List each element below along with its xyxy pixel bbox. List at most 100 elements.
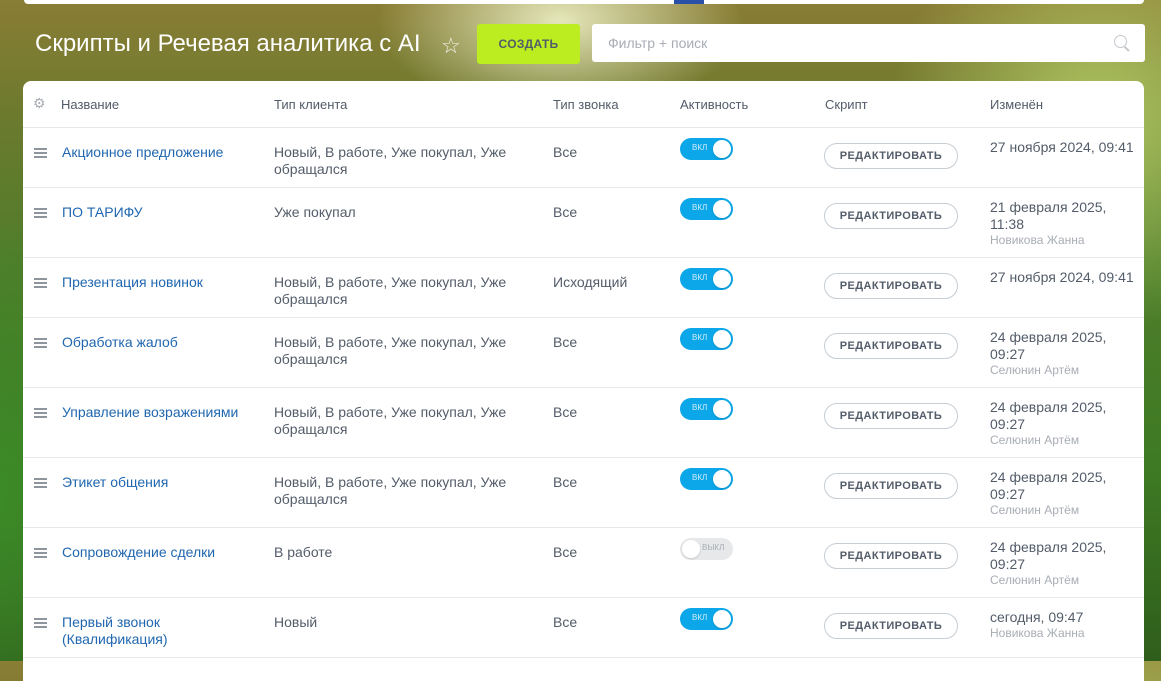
column-header-name[interactable]: Название bbox=[61, 97, 119, 112]
toggle-label: вкл bbox=[692, 333, 708, 342]
changed-cell: 24 февраля 2025, 09:27 Селюнин Артём bbox=[990, 469, 1140, 518]
toggle-label: вкл bbox=[692, 203, 708, 212]
activity-toggle[interactable]: вкл bbox=[680, 468, 733, 490]
toggle-knob bbox=[713, 610, 731, 628]
search-box bbox=[592, 24, 1145, 62]
toggle-label: вкл bbox=[692, 473, 708, 482]
call-type-cell: Все bbox=[553, 404, 578, 420]
table-row: Первый звонок (Квалификация) Новый Все вкл Р… bbox=[23, 597, 1144, 658]
search-icon[interactable] bbox=[1114, 35, 1127, 48]
changed-date: 24 февраля 2025, 09:27 bbox=[990, 399, 1107, 432]
toggle-knob bbox=[713, 400, 731, 418]
edit-script-button[interactable]: РЕДАКТИРОВАТЬ bbox=[824, 403, 958, 429]
toggle-knob bbox=[713, 470, 731, 488]
toggle-label: вкл bbox=[692, 143, 708, 152]
changed-date: 24 февраля 2025, 09:27 bbox=[990, 539, 1107, 572]
drag-handle-icon[interactable] bbox=[34, 478, 47, 488]
client-type-cell: Новый, В работе, Уже покупал, Уже обраща… bbox=[274, 274, 507, 307]
edit-script-button[interactable]: РЕДАКТИРОВАТЬ bbox=[824, 543, 958, 569]
changed-date: сегодня, 09:47 bbox=[990, 609, 1084, 625]
changed-cell: 27 ноября 2024, 09:41 bbox=[990, 269, 1140, 286]
toggle-label: вкл bbox=[692, 613, 708, 622]
changed-author: Новикова Жанна bbox=[990, 233, 1085, 247]
changed-author: Селюнин Артём bbox=[990, 503, 1080, 517]
script-name-link[interactable]: Этикет общения bbox=[62, 474, 262, 491]
edit-script-button[interactable]: РЕДАКТИРОВАТЬ bbox=[824, 203, 958, 229]
changed-date: 24 февраля 2025, 09:27 bbox=[990, 329, 1107, 362]
edit-script-button[interactable]: РЕДАКТИРОВАТЬ bbox=[824, 333, 958, 359]
drag-handle-icon[interactable] bbox=[34, 208, 47, 218]
changed-cell: 27 ноября 2024, 09:41 bbox=[990, 139, 1140, 156]
changed-author: Новикова Жанна bbox=[990, 626, 1085, 640]
table-header: ⚙ Название Тип клиента Тип звонка Активн… bbox=[23, 81, 1144, 128]
changed-cell: 21 февраля 2025, 11:38 Новикова Жанна bbox=[990, 199, 1140, 248]
create-button[interactable]: СОЗДАТЬ bbox=[477, 24, 580, 64]
client-type-cell: Новый, В работе, Уже покупал, Уже обраща… bbox=[274, 404, 507, 437]
table-row: Презентация новинок Новый, В работе, Уже … bbox=[23, 257, 1144, 318]
client-type-cell: Новый, В работе, Уже покупал, Уже обраща… bbox=[274, 334, 507, 367]
column-header-activity[interactable]: Активность bbox=[680, 97, 748, 112]
script-name-link[interactable]: Первый звонок (Квалификация) bbox=[62, 614, 262, 648]
drag-handle-icon[interactable] bbox=[34, 148, 47, 158]
toggle-knob bbox=[713, 140, 731, 158]
script-name-link[interactable]: Обработка жалоб bbox=[62, 334, 262, 351]
edit-script-button[interactable]: РЕДАКТИРОВАТЬ bbox=[824, 473, 958, 499]
column-header-call-type[interactable]: Тип звонка bbox=[553, 97, 619, 112]
changed-author: Селюнин Артём bbox=[990, 433, 1080, 447]
activity-toggle[interactable]: вкл bbox=[680, 398, 733, 420]
top-bar-indicator bbox=[674, 0, 704, 4]
call-type-cell: Все bbox=[553, 204, 578, 220]
drag-handle-icon[interactable] bbox=[34, 548, 47, 558]
call-type-cell: Все bbox=[553, 614, 578, 630]
client-type-cell: Новый, В работе, Уже покупал, Уже обраща… bbox=[274, 144, 507, 177]
table-row: Этикет общения Новый, В работе, Уже покуп… bbox=[23, 457, 1144, 528]
changed-author: Селюнин Артём bbox=[990, 573, 1080, 587]
client-type-cell: Новый, В работе, Уже покупал, Уже обраща… bbox=[274, 474, 507, 507]
changed-cell: 24 февраля 2025, 09:27 Селюнин Артём bbox=[990, 539, 1140, 588]
table-row: Сопровождение сделки В работе Все выкл РЕДАК… bbox=[23, 527, 1144, 598]
changed-date: 21 февраля 2025, 11:38 bbox=[990, 199, 1107, 232]
star-icon[interactable]: ☆ bbox=[441, 33, 461, 59]
changed-date: 27 ноября 2024, 09:41 bbox=[990, 139, 1134, 155]
edit-script-button[interactable]: РЕДАКТИРОВАТЬ bbox=[824, 613, 958, 639]
script-name-link[interactable]: Презентация новинок bbox=[62, 274, 262, 291]
top-bar bbox=[24, 0, 1144, 4]
changed-cell: 24 февраля 2025, 09:27 Селюнин Артём bbox=[990, 399, 1140, 448]
edit-script-button[interactable]: РЕДАКТИРОВАТЬ bbox=[824, 143, 958, 169]
drag-handle-icon[interactable] bbox=[34, 278, 47, 288]
toggle-knob bbox=[682, 540, 700, 558]
activity-toggle[interactable]: вкл bbox=[680, 328, 733, 350]
changed-date: 24 февраля 2025, 09:27 bbox=[990, 469, 1107, 502]
script-name-link[interactable]: Управление возражениями bbox=[62, 404, 262, 421]
client-type-cell: Уже покупал bbox=[274, 204, 356, 220]
toggle-knob bbox=[713, 330, 731, 348]
activity-toggle[interactable]: вкл bbox=[680, 138, 733, 160]
activity-toggle[interactable]: вкл bbox=[680, 268, 733, 290]
changed-author: Селюнин Артём bbox=[990, 363, 1080, 377]
drag-handle-icon[interactable] bbox=[34, 338, 47, 348]
toggle-label: вкл bbox=[692, 403, 708, 412]
client-type-cell: Новый bbox=[274, 614, 318, 630]
call-type-cell: Все bbox=[553, 334, 578, 350]
script-name-link[interactable]: Сопровождение сделки bbox=[62, 544, 262, 561]
script-name-link[interactable]: Акционное предложение bbox=[62, 144, 262, 161]
search-input[interactable] bbox=[592, 24, 1108, 62]
column-header-script[interactable]: Скрипт bbox=[825, 97, 868, 112]
column-header-changed[interactable]: Изменён bbox=[990, 97, 1043, 112]
drag-handle-icon[interactable] bbox=[34, 408, 47, 418]
scripts-table: ⚙ Название Тип клиента Тип звонка Активн… bbox=[23, 81, 1144, 681]
column-header-client-type[interactable]: Тип клиента bbox=[274, 97, 347, 112]
changed-cell: сегодня, 09:47 Новикова Жанна bbox=[990, 609, 1140, 641]
table-row: Акционное предложение Новый, В работе, Уж… bbox=[23, 127, 1144, 188]
script-name-link[interactable]: ПО ТАРИФУ bbox=[62, 204, 262, 221]
activity-toggle[interactable]: выкл bbox=[680, 538, 733, 560]
drag-handle-icon[interactable] bbox=[34, 618, 47, 628]
client-type-cell: В работе bbox=[274, 544, 333, 560]
activity-toggle[interactable]: вкл bbox=[680, 198, 733, 220]
toggle-knob bbox=[713, 270, 731, 288]
gear-icon[interactable]: ⚙ bbox=[33, 96, 46, 110]
page-title: Скрипты и Речевая аналитика с AI bbox=[35, 30, 421, 57]
table-row: Обработка жалоб Новый, В работе, Уже поку… bbox=[23, 317, 1144, 388]
edit-script-button[interactable]: РЕДАКТИРОВАТЬ bbox=[824, 273, 958, 299]
activity-toggle[interactable]: вкл bbox=[680, 608, 733, 630]
